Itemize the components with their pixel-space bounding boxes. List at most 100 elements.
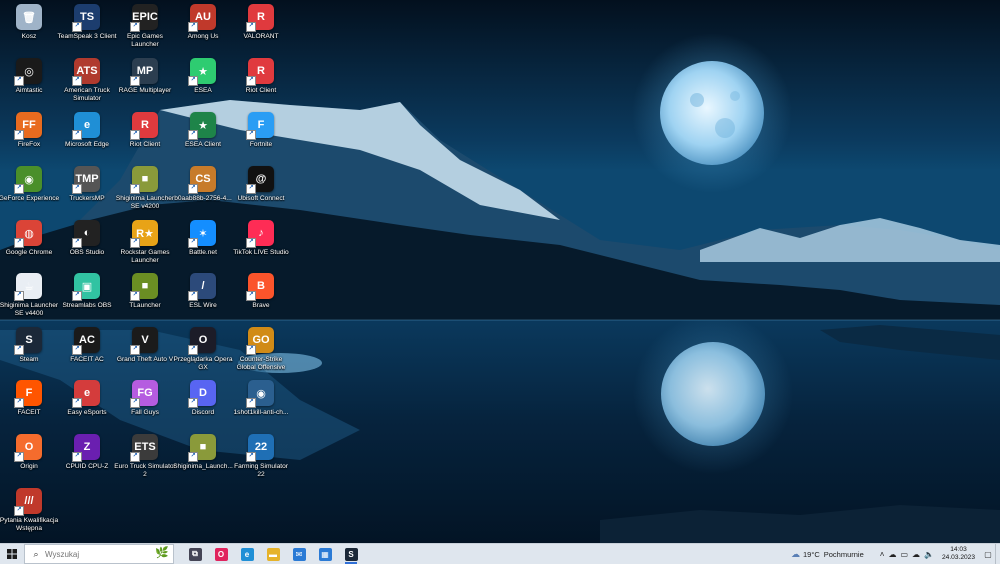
desktop-icon[interactable]: ▣ ↗ Streamlabs OBS — [58, 271, 116, 323]
taskbar-app-button[interactable]: ✉ — [286, 544, 312, 564]
desktop-icon[interactable]: EPIC ↗ Epic Games Launcher — [116, 2, 174, 54]
desktop-icon[interactable]: ■ ↗ Shiginima Launcher SE v4200 — [116, 164, 174, 216]
desktop-icon[interactable]: 🗑 Kosz — [0, 2, 58, 54]
desktop-icon[interactable]: O ↗ Przeglądarka Opera GX — [173, 325, 233, 377]
desktop-icon[interactable]: CS ↗ b0aab88b-2756-4... — [174, 164, 232, 216]
shortcut-arrow-icon: ↗ — [246, 345, 256, 355]
desktop-icon-label: American Truck Simulator — [64, 87, 110, 102]
desktop-icon[interactable]: ETS ↗ Euro Truck Simulator 2 — [114, 432, 176, 484]
desktop-icon-label: Brave — [252, 302, 270, 309]
desktop-icon[interactable]: F ↗ Fortnite — [232, 110, 290, 162]
shortcut-arrow-icon: ↗ — [72, 184, 82, 194]
desktop-icon[interactable]: R★ ↗ Rockstar Games Launcher — [116, 218, 174, 270]
search-input[interactable] — [43, 549, 135, 559]
shortcut-arrow-icon: ↗ — [130, 238, 140, 248]
desktop-icon[interactable]: / ↗ ESL Wire — [174, 271, 232, 323]
desktop-icon[interactable]: O ↗ Origin — [0, 432, 58, 484]
shortcut-arrow-icon: ↗ — [188, 130, 198, 140]
desktop-icon[interactable]: R ↗ VALORANT — [232, 2, 290, 54]
desktop-icon[interactable]: ■ ↗ TLauncher — [116, 271, 174, 323]
steam-icon: S ↗ — [14, 327, 42, 355]
desktop-icon[interactable]: FF ↗ FireFox — [0, 110, 58, 162]
desktop-icon[interactable]: TS ↗ TeamSpeak 3 Client — [57, 2, 117, 54]
desktop-icon[interactable]: MP ↗ RAGE Multiplayer — [116, 56, 174, 108]
desktop-icon-label: Riot Client — [129, 141, 161, 148]
desktop-icon[interactable]: S ↗ Steam — [0, 325, 58, 377]
esl-wire-icon: / ↗ — [188, 273, 216, 301]
desktop-icon-label: Przeglądarka Opera GX — [173, 356, 233, 371]
opera-gx-icon: O ↗ — [188, 327, 216, 355]
discord-icon: D ↗ — [188, 380, 216, 408]
desktop-icon[interactable]: ♪ ↗ TikTok LIVE Studio — [232, 218, 290, 270]
desktop-icon[interactable]: R ↗ Riot Client — [232, 56, 290, 108]
taskbar-app-button[interactable]: ▦ — [312, 544, 338, 564]
chevron-up-icon[interactable]: ˄ — [880, 550, 885, 559]
shortcut-arrow-icon: ↗ — [130, 22, 140, 32]
desktop-icon-label: ESL Wire — [189, 302, 217, 309]
shortcut-arrow-icon: ↗ — [130, 76, 140, 86]
taskbar-app-button[interactable]: ⧉ — [182, 544, 208, 564]
desktop-icon-label: Counter-Strike Global Offensive — [236, 356, 286, 371]
taskbar-app-button[interactable]: O — [208, 544, 234, 564]
desktop-icon[interactable]: ///↗ Pytania Kwalifikacja Wstępna — [0, 486, 58, 538]
desktop-icon[interactable]: ★ ↗ ESEA Client — [174, 110, 232, 162]
desktop-icon[interactable]: AC ↗ FACEIT AC — [58, 325, 116, 377]
desktop-icon[interactable]: ATS ↗ American Truck Simulator — [58, 56, 116, 108]
desktop-icon-label: GeForce Experience — [0, 195, 60, 202]
windows-logo-icon — [7, 549, 17, 559]
desktop-icon-label: CPUID CPU-Z — [65, 463, 109, 470]
desktop-icon[interactable]: GO ↗ Counter-Strike Global Offensive — [232, 325, 290, 377]
desktop-icon[interactable]: ◎ ↗ Aimtastic — [0, 56, 58, 108]
desktop-icon[interactable]: ◉ ↗ GeForce Experience — [0, 164, 60, 216]
desktop-icon[interactable]: @ ↗ Ubisoft Connect — [232, 164, 290, 216]
desktop-icon[interactable]: FG ↗ Fall Guys — [116, 378, 174, 430]
desktop-icon[interactable]: V ↗ Grand Theft Auto V — [116, 325, 174, 377]
desktop-icon-label: Streamlabs OBS — [62, 302, 112, 309]
desktop-icon[interactable]: ◍ ↗ Google Chrome — [0, 218, 58, 270]
cloud-icon[interactable]: ☁ — [912, 550, 920, 559]
show-desktop-button[interactable] — [995, 544, 1000, 564]
start-button[interactable] — [0, 544, 24, 564]
desktop-icon[interactable]: e ↗ Easy eSports — [58, 378, 116, 430]
chrome-icon: ◍ ↗ — [14, 220, 42, 248]
volume-icon[interactable]: 🔈 — [924, 550, 934, 559]
search-box[interactable]: ⌕ 🌿 — [24, 544, 174, 564]
esea-icon: ★ ↗ — [188, 58, 216, 86]
network-icon[interactable]: ▭ — [900, 550, 908, 559]
riot-icon: R ↗ — [130, 112, 158, 140]
desktop-icon[interactable]: R ↗ Riot Client — [116, 110, 174, 162]
desktop-icon[interactable]: AU ↗ Among Us — [174, 2, 232, 54]
task-view-icon: ⧉ — [188, 547, 202, 561]
search-icon: ⌕ — [33, 548, 39, 559]
desktop-icon[interactable]: ✶ ↗ Battle.net — [174, 218, 232, 270]
shortcut-arrow-icon: ↗ — [14, 130, 24, 140]
obs-icon: ◐ ↗ — [72, 220, 100, 248]
desktop-icon[interactable]: Z ↗ CPUID CPU-Z — [58, 432, 116, 484]
notification-icon[interactable]: ▢ — [981, 550, 995, 559]
weather-widget[interactable]: ☁ 19°C Pochmurnie — [791, 549, 868, 560]
desktop-icon-label: Fortnite — [249, 141, 273, 148]
esea-icon: ★ ↗ — [188, 112, 216, 140]
desktop-icon[interactable]: ★ ↗ ESEA — [174, 56, 232, 108]
teamspeak-icon: TS ↗ — [72, 4, 100, 32]
taskbar-app-button[interactable]: S — [338, 544, 364, 564]
shortcut-arrow-icon: ↗ — [246, 130, 256, 140]
clock[interactable]: 14:03 24.03.2023 — [942, 546, 975, 562]
shortcut-arrow-icon: ↗ — [130, 130, 140, 140]
desktop-icon[interactable]: ☕ ↗ Shiginima Launcher SE v4400 — [0, 271, 58, 323]
desktop-icon[interactable]: ◉ ↗ 1shot1kill-anti-ch... — [232, 378, 290, 430]
desktop-icon[interactable]: e ↗ Microsoft Edge — [58, 110, 116, 162]
taskbar-app-button[interactable]: ▬ — [260, 544, 286, 564]
desktop-icon[interactable]: D ↗ Discord — [174, 378, 232, 430]
shortcut-arrow-icon: ↗ — [14, 506, 24, 516]
taskbar-app-button[interactable]: e — [234, 544, 260, 564]
shortcut-arrow-icon: ↗ — [246, 76, 256, 86]
desktop-icon[interactable]: ◐ ↗ OBS Studio — [58, 218, 116, 270]
aimtastic-icon: ◎ ↗ — [14, 58, 42, 86]
desktop-icon[interactable]: ■ ↗ Shiginima_Launch... — [173, 432, 233, 484]
desktop-icon[interactable]: TMP ↗ TruckersMP — [58, 164, 116, 216]
desktop-icon[interactable]: B ↗ Brave — [232, 271, 290, 323]
cloud-sync-icon[interactable]: ☁ — [888, 550, 896, 559]
desktop-icon[interactable]: F ↗ FACEIT — [0, 378, 58, 430]
desktop-icon[interactable]: 22 ↗ Farming Simulator 22 — [232, 432, 290, 484]
